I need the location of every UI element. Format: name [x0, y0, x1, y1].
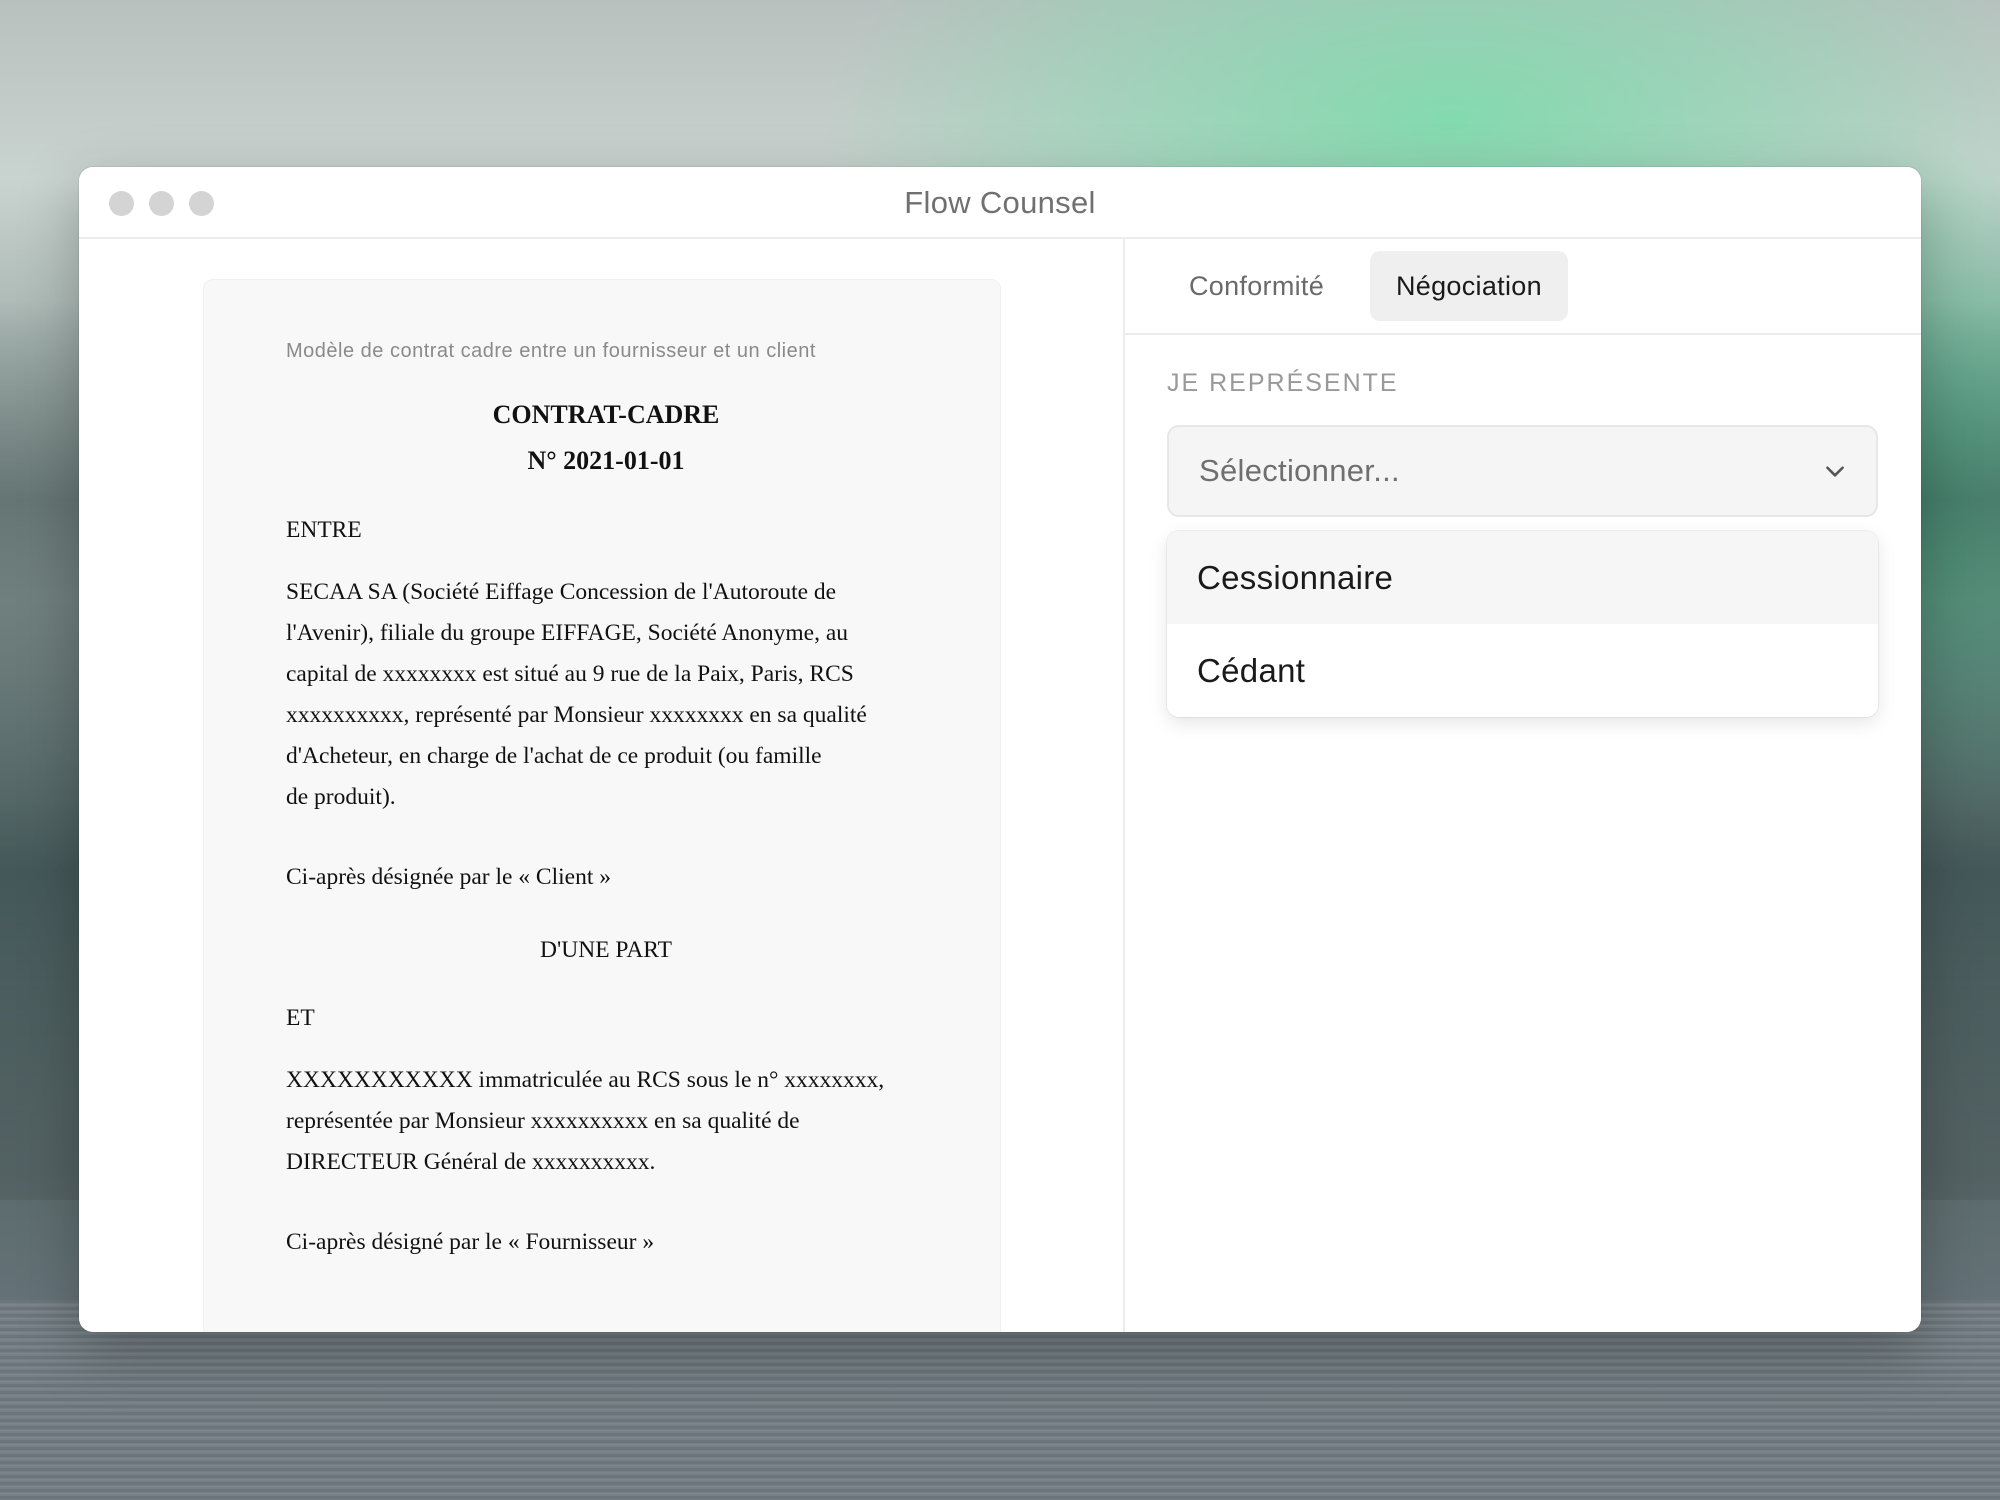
party1-line: l'Avenir), filiale du groupe EIFFAGE, So…	[286, 620, 849, 646]
paragraph-party1: SECAA SA (Société Eiffage Concession de …	[286, 572, 926, 818]
dune-part: D'UNE PART	[540, 937, 672, 963]
paragraph-entre: ENTRE	[286, 517, 362, 543]
window-title: Flow Counsel	[904, 185, 1096, 220]
party1-line: d'Acheteur, en charge de l'achat de ce p…	[286, 743, 822, 769]
party1-line: capital de xxxxxxxx est situé au 9 rue d…	[286, 661, 854, 687]
tab-bar: Conformité Négociation	[1125, 239, 1921, 335]
tab-negociation[interactable]: Négociation	[1370, 251, 1568, 321]
option-cedant[interactable]: Cédant	[1167, 624, 1878, 717]
document-pane[interactable]: Modèle de contrat cadre entre un fournis…	[79, 239, 1124, 1332]
party1-line: SECAA SA (Société Eiffage Concession de …	[286, 579, 837, 605]
paragraph-party2: XXXXXXXXXXX immatriculée au RCS sous le …	[286, 1060, 926, 1183]
title-bar: Flow Counsel	[79, 167, 1921, 239]
option-cessionnaire[interactable]: Cessionnaire	[1167, 531, 1878, 624]
app-window: Flow Counsel Modèle de contrat cadre ent…	[79, 167, 1921, 1332]
document-title: CONTRAT-CADRE	[492, 400, 720, 429]
party1-line: de produit).	[286, 784, 396, 810]
paragraph-et: ET	[286, 1005, 315, 1031]
document-page[interactable]: Modèle de contrat cadre entre un fournis…	[203, 279, 1001, 1332]
represent-dropdown-menu: Cessionnaire Cédant	[1167, 531, 1878, 717]
party1-line: xxxxxxxxxx, représenté par Monsieur xxxx…	[286, 702, 867, 728]
tab-conformite[interactable]: Conformité	[1163, 251, 1350, 321]
party2-line: représentée par Monsieur xxxxxxxxxx en s…	[286, 1108, 800, 1134]
side-panel: Conformité Négociation JE REPRÉSENTE Sél…	[1125, 239, 1921, 1332]
supplier-designation: Ci-après désigné par le « Fournisseur »	[286, 1229, 655, 1255]
represent-select[interactable]: Sélectionner...	[1167, 425, 1878, 517]
party2-line: XXXXXXXXXXX immatriculée au RCS sous le …	[286, 1067, 885, 1093]
document-number: N° 2021-01-01	[527, 446, 685, 475]
chevron-down-icon	[1826, 466, 1844, 477]
represent-field-label: JE REPRÉSENTE	[1167, 369, 1399, 397]
party2-line: DIRECTEUR Général de xxxxxxxxxx.	[286, 1149, 656, 1175]
select-placeholder: Sélectionner...	[1199, 453, 1400, 488]
client-designation: Ci-après désignée par le « Client »	[286, 864, 611, 890]
document-caption: Modèle de contrat cadre entre un fournis…	[286, 340, 816, 362]
